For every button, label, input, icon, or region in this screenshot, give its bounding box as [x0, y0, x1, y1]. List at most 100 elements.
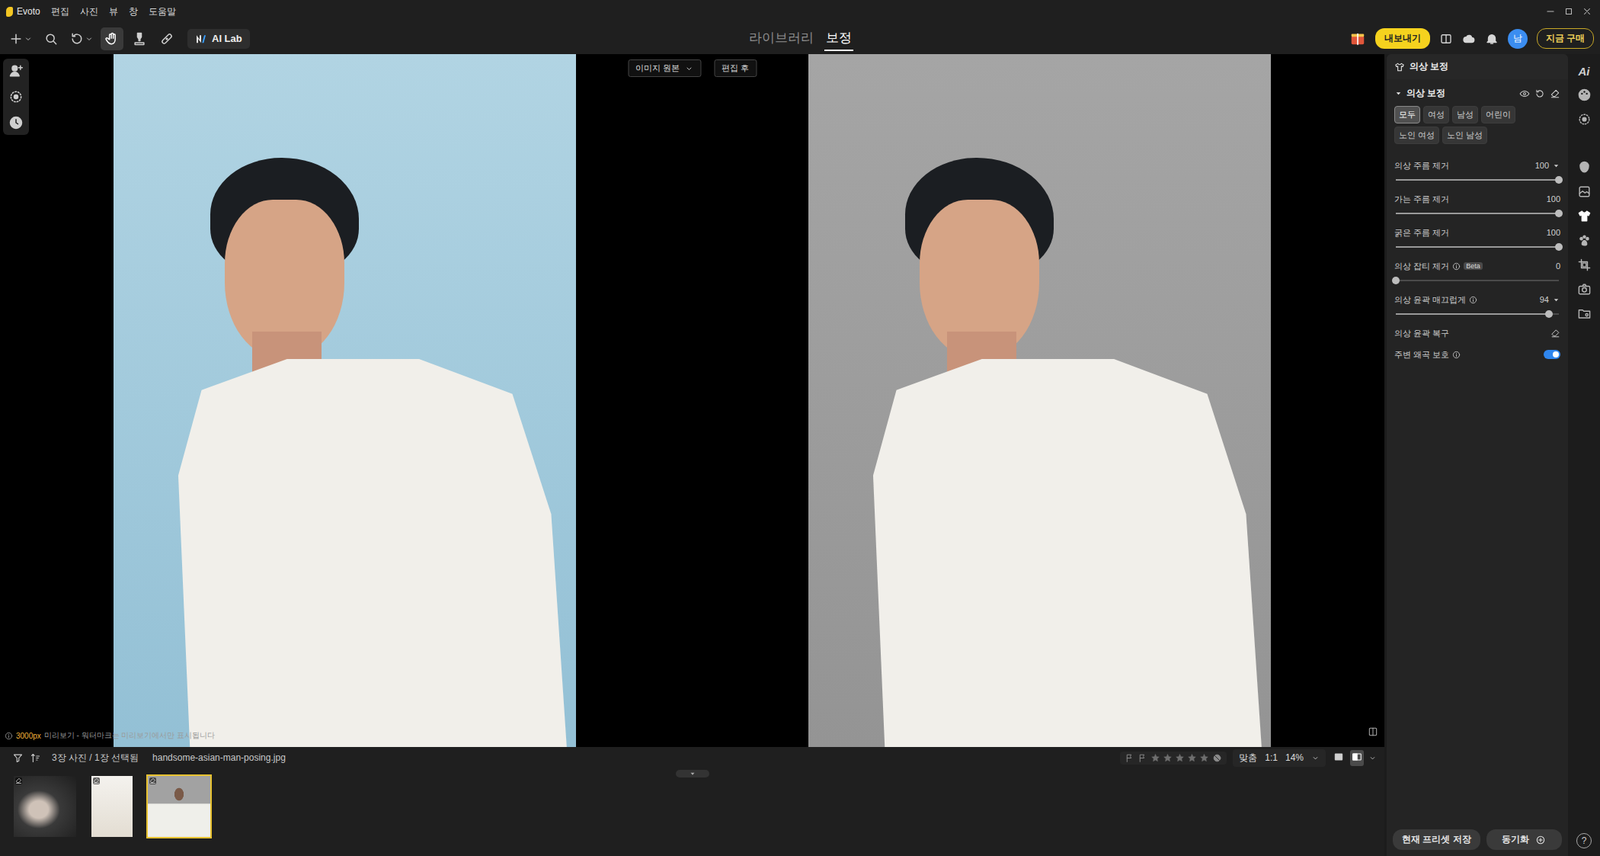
ai-button[interactable]: Ai [1578, 64, 1591, 78]
background-button[interactable] [1577, 184, 1592, 199]
undo-tool[interactable] [67, 27, 96, 51]
slider-track[interactable] [1395, 246, 1559, 248]
texture-button[interactable] [1577, 112, 1592, 127]
slider-knob[interactable] [1555, 176, 1563, 184]
preset-chip[interactable]: 어린이 [1481, 105, 1516, 124]
flag-icon[interactable] [1124, 752, 1135, 763]
star-icon[interactable] [1162, 752, 1173, 763]
face-button[interactable] [1577, 160, 1592, 175]
minimize-icon[interactable] [1545, 6, 1556, 17]
panel-toggle[interactable] [1367, 726, 1379, 740]
original-dropdown[interactable]: 이미지 원본 [627, 59, 701, 77]
add-tool[interactable] [6, 27, 36, 51]
hand-tool[interactable] [100, 27, 124, 51]
search-tool[interactable] [39, 27, 63, 51]
buy-button[interactable]: 지금 구매 [1536, 28, 1594, 49]
heal-tool[interactable] [155, 27, 179, 51]
menu-item[interactable]: 뷰 [108, 5, 119, 19]
star-icon[interactable] [1187, 752, 1197, 763]
slider-knob[interactable] [1555, 209, 1563, 218]
texture-icon[interactable] [8, 89, 24, 105]
star-icon[interactable] [1199, 752, 1210, 763]
split-view-button[interactable] [1350, 749, 1364, 766]
menu-icon[interactable] [1552, 161, 1561, 170]
mode-tab[interactable]: 보정 [824, 25, 854, 52]
menu-item[interactable]: 창 [128, 5, 138, 19]
thumbnail[interactable] [146, 774, 212, 839]
fit-button[interactable]: 맞춤 [1238, 751, 1258, 765]
preset-chip[interactable]: 여성 [1423, 105, 1450, 124]
reset-icon[interactable] [1534, 88, 1546, 100]
filter-icon[interactable] [12, 752, 24, 764]
section-header[interactable]: 의상 보정 [1386, 79, 1568, 103]
menu-item[interactable]: 편집 [51, 5, 70, 19]
thumbnail[interactable] [89, 774, 135, 839]
image-canvas[interactable]: 이미지 원본편집 후3000px미리보기 - 워터마크는 미리보기에서만 표시됩… [0, 54, 1385, 747]
slider-track[interactable] [1395, 212, 1559, 215]
slider-knob[interactable] [1545, 310, 1553, 318]
restore-icon[interactable] [1549, 88, 1561, 100]
slider-knob[interactable] [1555, 243, 1563, 251]
bell-icon[interactable] [1484, 32, 1499, 46]
actual-size-button[interactable]: 1:1 [1264, 752, 1278, 763]
flag-icon[interactable] [1137, 752, 1148, 763]
slider-value[interactable]: 100 [1546, 227, 1561, 237]
user-avatar[interactable]: 남 [1507, 28, 1528, 49]
star-icon[interactable] [1174, 752, 1185, 763]
slider-track[interactable] [1395, 279, 1559, 282]
thumbnail[interactable] [12, 774, 78, 839]
crop-button[interactable] [1577, 257, 1592, 272]
ai-lab-button[interactable]: AI Lab [187, 28, 250, 49]
preset-chip[interactable]: 노인 여성 [1394, 126, 1440, 144]
single-view-button[interactable] [1331, 749, 1346, 766]
slider-knob[interactable] [1392, 276, 1400, 285]
palette-button[interactable] [1577, 87, 1592, 103]
eye-icon[interactable] [1519, 88, 1530, 100]
preset-chip[interactable]: 남성 [1452, 105, 1479, 124]
stamp-tool[interactable] [128, 27, 151, 51]
slider-track[interactable] [1395, 313, 1559, 315]
info-icon[interactable] [1468, 295, 1478, 304]
chevron-icon[interactable] [1368, 753, 1377, 762]
preset-chip[interactable]: 노인 남성 [1442, 126, 1488, 144]
add-circle-icon[interactable] [1535, 834, 1546, 845]
slider-value[interactable]: 100 [1546, 194, 1561, 204]
gift-icon[interactable] [1349, 30, 1367, 48]
preset-chip[interactable]: 모두 [1394, 105, 1421, 124]
menu-item[interactable]: 도움말 [148, 5, 176, 19]
reject-icon[interactable] [1212, 752, 1223, 763]
slider-value[interactable]: 0 [1555, 261, 1561, 271]
export-button[interactable]: 내보내기 [1375, 28, 1431, 49]
close-icon[interactable] [1581, 6, 1593, 17]
slider-track[interactable] [1395, 179, 1559, 181]
mode-tab[interactable]: 라이브러리 [747, 25, 816, 52]
restore-icon[interactable] [1550, 328, 1561, 339]
save-preset-button[interactable]: 현재 프리셋 저장 [1392, 828, 1481, 850]
camera-button[interactable] [1577, 281, 1592, 297]
star-rating[interactable] [1150, 752, 1210, 763]
menu-item[interactable]: 사진 [80, 5, 99, 19]
filmstrip-handle[interactable] [675, 769, 710, 778]
person-add-icon[interactable] [8, 63, 24, 79]
maximize-icon[interactable] [1563, 6, 1575, 17]
chevron-icon[interactable] [1311, 753, 1320, 762]
edited-photo[interactable] [808, 54, 1271, 747]
sort-icon[interactable] [29, 752, 42, 764]
slider-value[interactable]: 100 [1535, 160, 1549, 170]
star-icon[interactable] [1150, 752, 1161, 763]
paw-button[interactable] [1577, 233, 1592, 248]
slider-value[interactable]: 94 [1539, 294, 1549, 304]
compare-icon[interactable] [1439, 32, 1453, 46]
history-icon[interactable] [8, 115, 24, 131]
help-button[interactable]: ? [1576, 832, 1592, 848]
zoom-dropdown[interactable]: 14% [1285, 752, 1304, 763]
toggle-switch[interactable] [1543, 349, 1561, 359]
info-icon[interactable] [1452, 350, 1461, 359]
folder-button[interactable] [1577, 306, 1592, 321]
original-photo[interactable] [113, 54, 576, 747]
info-icon[interactable] [1452, 262, 1461, 271]
cloud-icon[interactable] [1462, 32, 1476, 46]
collapse-icon[interactable] [1394, 89, 1403, 98]
shirt-button[interactable] [1577, 208, 1592, 224]
menu-icon[interactable] [1552, 295, 1561, 304]
